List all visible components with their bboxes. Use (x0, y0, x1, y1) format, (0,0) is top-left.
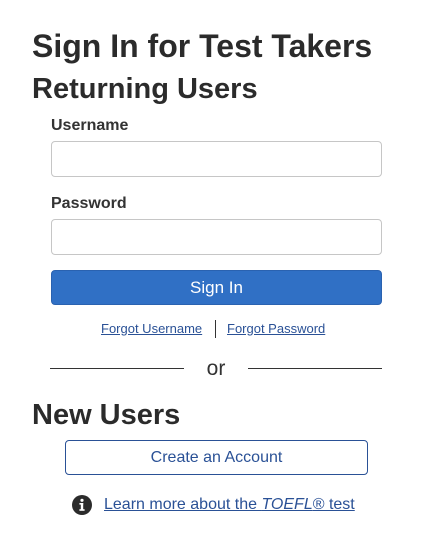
forgot-links: Forgot Username Forgot Password (0, 320, 422, 340)
learn-more-suffix: ® test (312, 496, 355, 513)
learn-more-prefix: Learn more about the (104, 496, 262, 513)
learn-more-toefl-emphasis: TOEFL (261, 496, 313, 513)
forgot-links-separator (215, 320, 216, 338)
forgot-username-link[interactable]: Forgot Username (101, 320, 202, 338)
or-divider-left-line (50, 368, 184, 369)
learn-more-toefl-link[interactable]: Learn more about the TOEFL® test (104, 495, 355, 515)
page-title: Sign In for Test Takers (32, 28, 373, 64)
returning-users-heading: Returning Users (32, 73, 258, 105)
or-divider-right-line (248, 368, 382, 369)
new-users-heading: New Users (32, 399, 181, 431)
sign-in-button[interactable]: Sign In (51, 270, 382, 305)
create-account-button[interactable]: Create an Account (65, 440, 368, 475)
or-divider-label: or (206, 357, 226, 380)
password-label: Password (51, 195, 127, 212)
username-label: Username (51, 117, 129, 134)
forgot-password-link[interactable]: Forgot Password (227, 320, 325, 338)
password-input[interactable] (51, 219, 382, 255)
username-input[interactable] (51, 141, 382, 177)
info-circle-icon (72, 495, 92, 515)
